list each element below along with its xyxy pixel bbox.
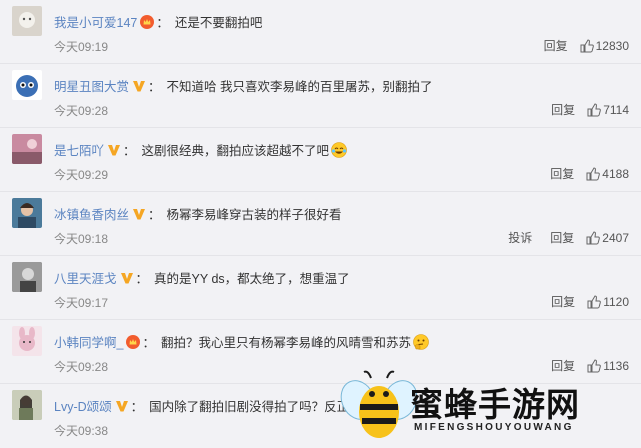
verified-v-icon <box>120 271 134 285</box>
comment-item: 是七陌吖：这剧很经典，翻拍应该超越不了吧 今天09:29 回复 4188 <box>0 128 641 192</box>
thumbs-up-icon <box>586 230 601 244</box>
thinking-emoji-icon <box>413 334 429 350</box>
verified-v-icon <box>107 143 121 157</box>
comment-time: 今天09:38 <box>54 424 109 438</box>
reply-button[interactable]: 回复 <box>551 101 575 118</box>
comment-item: 我是小可爱147：还是不要翻拍吧 今天09:19 回复 12830 <box>0 0 641 64</box>
avatar[interactable] <box>12 6 42 36</box>
comment-item: 明星丑图大赏：不知道哈 我只喜欢李易峰的百里屠苏，别翻拍了 今天09:28 回复… <box>0 64 641 128</box>
like-count: 1120 <box>603 294 629 309</box>
like-button[interactable]: 7114 <box>587 103 629 117</box>
avatar[interactable] <box>12 70 42 100</box>
comment-actions: 回复 1120 <box>533 293 629 310</box>
like-button[interactable]: 2407 <box>586 231 629 245</box>
comment-line: Lvy-D颂颂：国内除了翻拍旧剧没得拍了吗？反正李易峰 <box>54 399 387 414</box>
like-button[interactable]: 1120 <box>587 295 629 309</box>
comment-item: 八里天涯戈：真的是YY ds，都太绝了，想重温了 今天09:17 回复 1120 <box>0 256 641 320</box>
username-link[interactable]: 明星丑图大赏 <box>54 80 129 94</box>
reply-button[interactable]: 回复 <box>550 165 574 182</box>
comment-time: 今天09:28 <box>54 360 109 374</box>
laughing-emoji-icon <box>331 142 347 158</box>
avatar[interactable] <box>12 390 42 420</box>
username-link[interactable]: 八里天涯戈 <box>54 272 117 286</box>
avatar[interactable] <box>12 134 42 164</box>
comment-line: 我是小可爱147：还是不要翻拍吧 <box>54 15 263 30</box>
comment-line: 八里天涯戈：真的是YY ds，都太绝了，想重温了 <box>54 271 350 286</box>
username-link[interactable]: 冰镇鱼香肉丝 <box>54 208 129 222</box>
watermark-subtitle: MIFENGSHOUYOUWANG <box>414 422 574 433</box>
comment-line: 是七陌吖：这剧很经典，翻拍应该超越不了吧 <box>54 140 347 159</box>
avatar[interactable] <box>12 198 42 228</box>
comment-actions: 投诉 回复 2407 <box>490 229 629 246</box>
thumbs-up-icon <box>580 38 594 52</box>
comment-text: 翻拍？我心里只有杨幂李易峰的风晴雪和苏苏 <box>160 336 411 350</box>
like-count: 7114 <box>603 102 629 117</box>
like-button[interactable]: 4188 <box>586 167 629 181</box>
reply-button[interactable]: 回复 <box>551 293 575 310</box>
comment-line: 明星丑图大赏：不知道哈 我只喜欢李易峰的百里屠苏，别翻拍了 <box>54 79 433 94</box>
reply-button[interactable]: 回复 <box>544 37 568 54</box>
verified-v-icon <box>132 207 146 221</box>
comment-time: 今天09:18 <box>54 232 109 246</box>
avatar[interactable] <box>12 262 42 292</box>
comment-line: 小韩同学啊_：翻拍？我心里只有杨幂李易峰的风晴雪和苏苏 <box>54 332 429 351</box>
username-link[interactable]: 小韩同学啊_ <box>54 336 123 350</box>
comment-time: 今天09:29 <box>54 168 109 182</box>
like-count: 4188 <box>602 166 629 181</box>
comment-item: 冰镇鱼香肉丝：杨幂李易峰穿古装的样子很好看 今天09:18 投诉 回复 2407 <box>0 192 641 256</box>
comment-text: 还是不要翻拍吧 <box>174 16 263 30</box>
username-link[interactable]: 是七陌吖 <box>54 144 104 158</box>
thumbs-up-icon <box>586 166 601 180</box>
report-button[interactable]: 投诉 <box>508 229 532 246</box>
comment-text: 真的是YY ds，都太绝了，想重温了 <box>154 272 350 286</box>
comment-text: 杨幂李易峰穿古装的样子很好看 <box>166 208 342 222</box>
crown-badge-icon <box>140 15 155 29</box>
comment-actions: 回复 7114 <box>533 101 629 118</box>
watermark-title: 蜜蜂手游网 <box>410 385 580 424</box>
avatar[interactable] <box>12 326 42 356</box>
bee-logo-icon <box>340 370 418 438</box>
username-link[interactable]: Lvy-D颂颂 <box>54 400 112 414</box>
comment-text: 这剧很经典，翻拍应该超越不了吧 <box>141 144 330 158</box>
verified-v-icon <box>132 79 146 93</box>
reply-button[interactable]: 回复 <box>550 229 574 246</box>
thumbs-up-icon <box>587 294 602 308</box>
comment-time: 今天09:19 <box>54 40 109 54</box>
comment-text: 不知道哈 我只喜欢李易峰的百里屠苏，别翻拍了 <box>166 80 433 94</box>
thumbs-up-icon <box>587 102 602 116</box>
like-count: 2407 <box>602 230 629 245</box>
comment-actions: 回复 4188 <box>532 165 629 182</box>
like-count: 12830 <box>595 38 629 53</box>
watermark: 蜜蜂手游网 MIFENGSHOUYOUWANG <box>338 370 638 442</box>
comment-line: 冰镇鱼香肉丝：杨幂李易峰穿古装的样子很好看 <box>54 207 342 222</box>
comment-actions: 回复 12830 <box>526 37 629 54</box>
username-link[interactable]: 我是小可爱147 <box>54 16 137 30</box>
verified-v-icon <box>115 399 129 413</box>
comment-time: 今天09:17 <box>54 296 109 310</box>
comment-time: 今天09:28 <box>54 104 109 118</box>
crown-badge-icon <box>126 335 141 349</box>
like-button[interactable]: 12830 <box>580 39 629 53</box>
